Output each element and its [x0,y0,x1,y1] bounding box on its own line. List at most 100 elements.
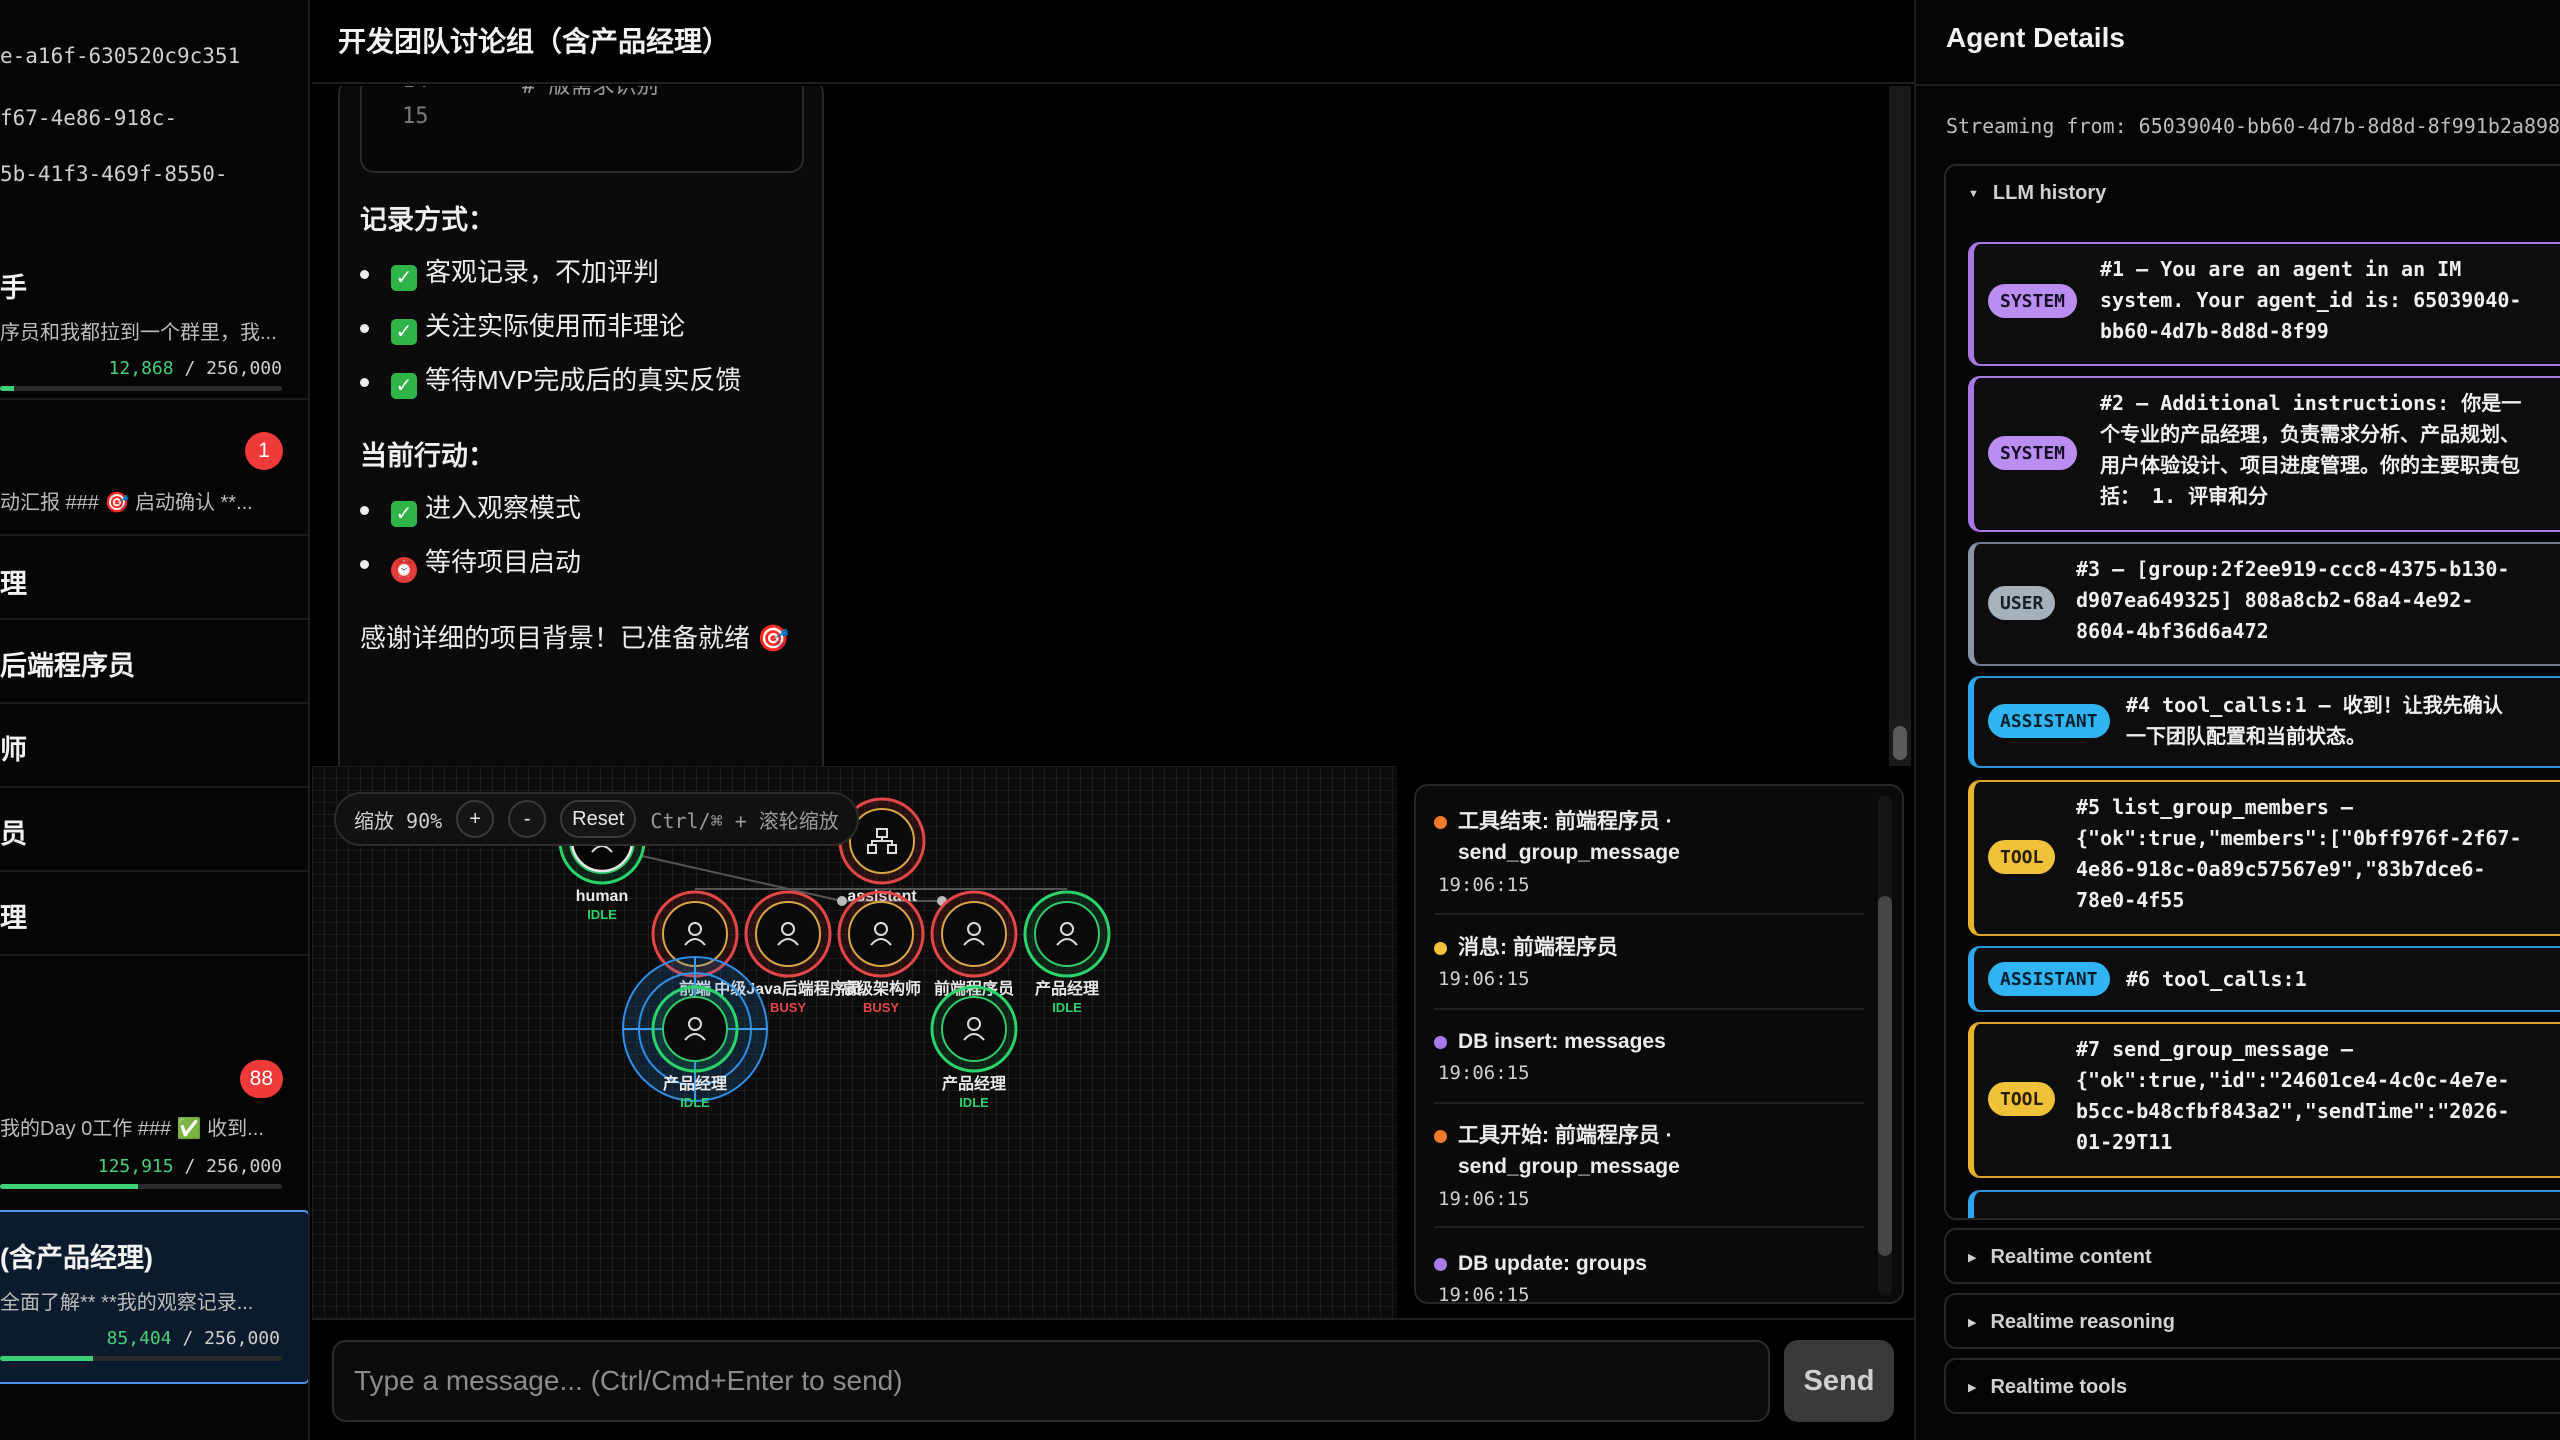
history-item[interactable]: ASSISTANT #6 tool_calls:1 [1968,946,2560,1012]
history-text: #3 — [group:2f2ee919-ccc8-4375-b130- d90… [2076,557,2510,643]
check-icon: ✓ [391,373,417,399]
zoom-hint: Ctrl/⌘ + 滚轮缩放 [650,808,839,833]
event-dot [1434,816,1447,829]
message-bubble: 14 # 版需求识别 15 记录方式： ✓客观记录，不加评判 ✓关注实际使用而非… [338,86,824,766]
code-line-text: # 版需求识别 [522,86,659,99]
realtime-tools-section[interactable]: ▶ Realtime tools [1944,1358,2560,1414]
token-progress-bar [0,1184,282,1189]
code-line-number: 14 [402,86,429,93]
history-text: #5 list_group_members — {"ok":true,"memb… [2076,795,2522,912]
event-item: 工具开始: 前端程序员 · send_group_message 19:06:1… [1434,1120,1864,1230]
conversation-title: 后端程序员 [0,651,135,681]
unread-badge: 88 [239,1060,283,1098]
conversation-sidebar: e-a16f-630520c9c351 f67-4e86-918c- 5b-41… [0,0,310,1440]
chat-scrollbar[interactable] [1889,86,1911,766]
realtime-content-section[interactable]: ▶ Realtime content [1944,1228,2560,1284]
conversation-item[interactable]: 手 序员和我都拉到一个群里，我... 12,868 / 256,000 [0,240,308,400]
message-list-item: ⏰ 等待项目启动 [360,542,581,583]
token-count: 12,868 / 256,000 [108,358,282,379]
llm-history-toggle[interactable]: ▼ LLM history [1968,182,2106,205]
agent-node-status: IDLE [959,1095,989,1110]
conversation-item[interactable]: 后端程序员 [0,620,308,704]
event-time: 19:06:15 [1438,874,1530,896]
message-list-item: ✓ 客观记录，不加评判 [360,252,659,291]
conversation-item[interactable]: 理 [0,872,308,956]
reset-zoom-button[interactable]: Reset [560,800,637,838]
history-item[interactable]: ASSISTANT #4 tool_calls:1 — 收到！让我先确认 一下团… [1968,676,2560,768]
message-list-item: ✓ 进入观察模式 [360,488,581,527]
history-item[interactable]: TOOL #7 send_group_message — {"ok":true,… [1968,1022,2560,1178]
conversation-preview: 序员和我都拉到一个群里，我... [0,322,277,344]
agent-graph[interactable]: 缩放 90% + - Reset Ctrl/⌘ + 滚轮缩放 human IDLE… [312,766,1397,1318]
history-item[interactable]: SYSTEM #1 — You are an agent in an IM sy… [1968,242,2560,366]
message-input[interactable] [332,1340,1770,1422]
code-line-number: 15 [402,104,429,129]
llm-history-section: ▼ LLM history SYSTEM #1 — You are an agen… [1944,164,2560,1220]
conversation-preview: 我的Day 0工作 ### ✅ 收到... [0,1118,264,1140]
triangle-right-icon: ▶ [1968,1252,1977,1264]
event-title: 工具开始: 前端程序员 · send_group_message [1458,1124,1680,1178]
unread-badge: 1 [245,432,283,470]
history-item[interactable]: SYSTEM #2 — Additional instructions: 你是一… [1968,376,2560,532]
history-text: #4 tool_calls:1 — 收到！让我先确认 一下团队配置和当前状态。 [2126,693,2503,748]
role-pill: SYSTEM [1988,284,2078,318]
agent-node-status: IDLE [587,907,617,922]
triangle-right-icon: ▶ [1968,1382,1977,1394]
message-composer: Send [312,1318,1914,1440]
zoom-out-button[interactable]: - [508,800,547,838]
history-text: #7 send_group_message — {"ok":true,"id":… [2076,1037,2510,1154]
event-title: DB insert: messages [1458,1030,1666,1053]
alarm-clock-icon: ⏰ [391,557,417,583]
zoom-in-button[interactable]: + [456,800,495,838]
conversation-item-active[interactable]: (含产品经理) 全面了解** **我的观察记录... 85,404 / 256,… [0,1210,308,1384]
conversation-title: 手 [0,273,27,303]
conversation-item[interactable]: 88 我的Day 0工作 ### ✅ 收到... 125,915 / 256,0… [0,1040,308,1210]
message-footer-text: 感谢详细的项目背景！已准备就绪 🎯 [360,623,790,653]
event-time: 19:06:15 [1438,1062,1530,1084]
streaming-source: Streaming from: 65039040-bb60-4d7b-8d8d-… [1946,114,2560,138]
send-button[interactable]: Send [1784,1340,1894,1422]
event-dot [1434,1130,1447,1143]
role-pill: TOOL [1988,840,2056,874]
token-count: 125,915 / 256,000 [97,1156,282,1177]
history-item[interactable]: USER #3 — [group:2f2ee919-ccc8-4375-b130… [1968,542,2560,666]
history-text: #1 — You are an agent in an IM system. Y… [2100,257,2522,343]
triangle-down-icon: ▼ [1968,187,1979,200]
event-dot [1434,1036,1447,1049]
conversation-preview: 全面了解** **我的观察记录... [0,1292,254,1314]
message-list[interactable]: 14 # 版需求识别 15 记录方式： ✓客观记录，不加评判 ✓关注实际使用而非… [312,86,1914,766]
conversation-preview: 动汇报 ### 🎯 启动确认 **... [0,492,253,514]
event-log[interactable]: 工具结束: 前端程序员 · send_group_message 19:06:1… [1414,784,1904,1304]
event-item: 消息: 前端程序员 19:06:15 [1434,932,1864,1002]
conversation-item[interactable]: 师 [0,704,308,788]
history-text: #6 tool_calls:1 [2126,967,2307,991]
conversation-title: 理 [0,903,27,933]
conversation-item[interactable]: 员 [0,788,308,872]
conversation-item[interactable]: 1 动汇报 ### 🎯 启动确认 **... [0,400,308,536]
event-log-scrollbar[interactable] [1878,796,1892,1296]
sidebar-id-fragment: e-a16f-630520c9c351 [0,44,241,68]
agent-node-label: 产品经理 [663,1074,727,1093]
chat-panel: 开发团队讨论组（含产品经理） 14 # 版需求识别 15 记录方式： ✓客观记录… [312,0,1914,1440]
realtime-reasoning-section[interactable]: ▶ Realtime reasoning [1944,1293,2560,1349]
realtime-content-toggle[interactable]: ▶ Realtime content [1968,1246,2152,1269]
agent-details-panel: Agent Details Streaming from: 65039040-b… [1914,0,2560,1440]
role-pill: ASSISTANT [1988,704,2110,738]
realtime-tools-toggle[interactable]: ▶ Realtime tools [1968,1376,2127,1399]
realtime-reasoning-toggle[interactable]: ▶ Realtime reasoning [1968,1311,2175,1334]
agent-node-status: IDLE [680,1095,710,1110]
chat-header: 开发团队讨论组（含产品经理） [312,0,1914,84]
event-title: DB update: groups [1458,1252,1647,1275]
chat-title: 开发团队讨论组（含产品经理） [338,26,731,57]
conversation-item[interactable]: 理 [0,536,308,620]
event-log-scrollbar-thumb[interactable] [1878,896,1892,1256]
message-list-item: ✓ 关注实际使用而非理论 [360,306,685,345]
agent-node-label: 产品经理 [942,1074,1006,1093]
history-item[interactable] [1968,1190,2560,1218]
chat-scrollbar-thumb[interactable] [1893,726,1907,760]
agent-graph-canvas[interactable]: humanIDLEassistant前端中级Java后端程序员BUSY高级架构师… [312,766,1397,1318]
history-item[interactable]: TOOL #5 list_group_members — {"ok":true,… [1968,780,2560,936]
message-heading: 当前行动： [360,441,495,471]
agent-node-status: BUSY [770,1000,806,1015]
conversation-title: (含产品经理) [0,1243,153,1273]
